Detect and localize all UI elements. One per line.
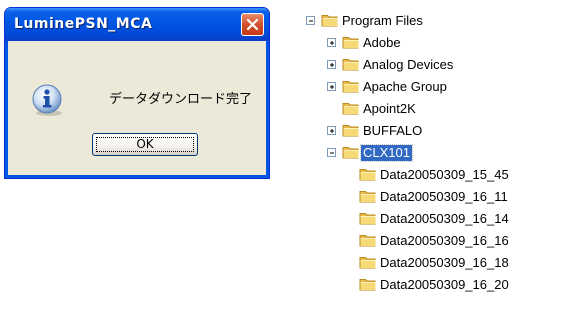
tree-node-label: Apoint2K xyxy=(363,101,416,116)
folder-icon xyxy=(359,213,376,225)
expand-toggle[interactable] xyxy=(327,126,336,135)
tree-node-label: Data20050309_16_20 xyxy=(380,277,509,292)
expand-toggle[interactable] xyxy=(327,38,336,47)
tree-node-label: Analog Devices xyxy=(363,57,454,72)
tree-node-label: Adobe xyxy=(363,35,401,50)
tree-node-label: Data20050309_15_45 xyxy=(380,167,509,182)
folder-icon xyxy=(359,257,376,269)
folder-icon xyxy=(321,15,338,27)
folder-icon xyxy=(359,191,376,203)
folder-icon xyxy=(359,169,376,181)
expand-toggle[interactable] xyxy=(327,82,336,91)
tree-node-label: Data20050309_16_14 xyxy=(380,211,509,226)
plus-icon xyxy=(330,41,334,45)
tree-node-label: Data20050309_16_11 xyxy=(380,189,508,204)
plus-icon xyxy=(330,129,334,133)
tree-node-label: BUFFALO xyxy=(363,123,423,138)
folder-icon xyxy=(342,125,359,137)
folder-icon xyxy=(342,59,359,71)
tree-node-label: Data20050309_16_18 xyxy=(380,255,509,270)
collapse-toggle[interactable] xyxy=(306,16,315,25)
folder-tree: Program Files Adobe Analog Devices Apache G… xyxy=(0,0,563,313)
folder-icon xyxy=(342,103,359,115)
minus-icon xyxy=(330,152,334,154)
tree-node-label: CLX101 xyxy=(360,144,413,162)
folder-icon xyxy=(359,279,376,291)
folder-icon xyxy=(342,147,359,159)
folder-icon xyxy=(342,37,359,49)
minus-icon xyxy=(309,20,313,22)
plus-icon xyxy=(330,85,334,89)
folder-icon xyxy=(342,81,359,93)
collapse-toggle[interactable] xyxy=(327,148,336,157)
tree-node-label: Data20050309_16_16 xyxy=(380,233,509,248)
plus-icon xyxy=(330,63,334,67)
tree-node-label: Apache Group xyxy=(363,79,447,94)
folder-icon xyxy=(359,235,376,247)
tree-node-label: Program Files xyxy=(342,13,423,28)
expand-toggle[interactable] xyxy=(327,60,336,69)
